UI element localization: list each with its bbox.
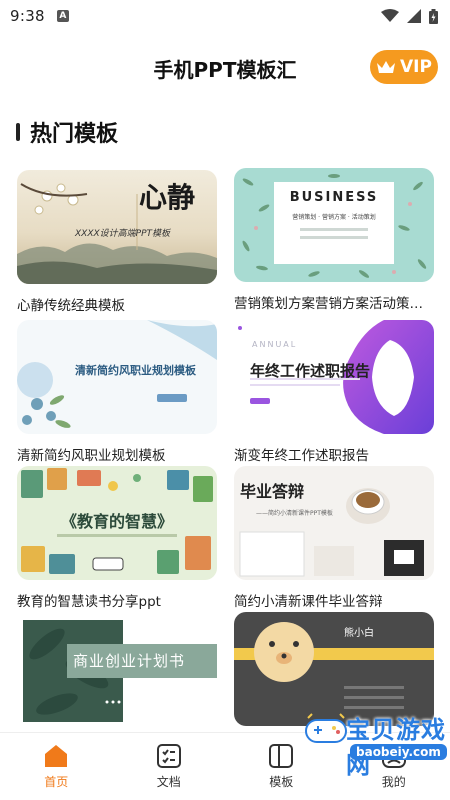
thumb-title: 熊小白 [344,628,374,639]
template-card-2[interactable]: BUSINESS 营销策划 · 营销方案 · 活动策划 营销策划方案营销方案活动… [234,168,434,312]
thumb-title: BUSINESS [289,190,379,205]
template-thumbnail[interactable]: 清新简约风职业规划模板 [17,320,217,434]
template-thumbnail[interactable]: 商业创业计划书 [17,614,217,728]
nav-label-home: 首页 [44,775,69,789]
leaf-pattern-illustration [242,174,427,278]
template-card-6[interactable]: 毕业答辩 ——简约小清新课件PPT模板 简约小清新课件毕业答辩 [234,466,434,610]
template-thumbnail[interactable]: 《教育的智慧》 [17,466,217,580]
document-icon [156,744,181,768]
template-label[interactable]: 教育的智慧读书分享ppt [17,590,217,610]
section-title-text: 热门模板 [30,122,119,147]
home-icon [45,745,68,767]
template-card-3[interactable]: 清新简约风职业规划模板 清新简约风职业规划模板 [17,320,217,464]
template-card-5[interactable]: 《教育的智慧》 教育的智慧读书分享ppt [17,466,217,610]
app-header: 手机PPT模板汇 VIP [0,44,450,92]
thumb-subtitle: ANNUAL [252,340,298,349]
watermark: 宝贝游戏网 baobeiy.com [298,708,448,779]
crown-icon [377,61,396,73]
vip-label: VIP [400,57,432,77]
template-card-1[interactable]: 心静 XXXX设计高端PPT模板 心静传统经典模板 [17,170,217,314]
template-icon [269,744,294,768]
thumb-subtitle: 营销策划 · 营销方案 · 活动策划 [292,214,376,221]
nav-document[interactable]: 文档 [113,733,226,800]
wifi-icon [381,9,399,22]
template-thumbnail[interactable]: ANNUAL 年终工作述职报告 [234,320,434,434]
template-label[interactable]: 营销策划方案营销方案活动策划... [234,292,434,312]
battery-icon [429,8,438,24]
watermark-url: baobeiy.com [350,744,447,760]
template-label[interactable]: 简约小清新课件毕业答辩 [234,590,434,610]
leaves-panel-illustration [23,620,217,722]
template-thumbnail[interactable]: 毕业答辩 ——简约小清新课件PPT模板 [234,466,434,580]
template-card-4[interactable]: ANNUAL 年终工作述职报告 渐变年终工作述职报告 [234,320,434,464]
section-title: 热门模板 [16,116,118,148]
nav-home[interactable]: 首页 [0,733,113,800]
thumb-subtitle: XXXX设计高端PPT模板 [75,229,171,239]
signal-icon [407,9,421,23]
thumb-title: 心静 [139,181,196,214]
template-label[interactable]: 清新简约风职业规划模板 [17,444,217,464]
nav-label-template: 模板 [269,775,294,789]
section-bar [16,123,20,141]
thumb-title: 年终工作述职报告 [250,362,371,380]
notification-icon: A [56,10,69,22]
thumb-title: 清新简约风职业规划模板 [75,364,196,377]
thumb-title: 《教育的智慧》 [60,512,173,531]
template-thumbnail[interactable]: 心静 XXXX设计高端PPT模板 [17,170,217,284]
gamepad-icon [305,713,347,743]
nav-label-document: 文档 [156,775,181,789]
thumb-title: 商业创业计划书 [73,652,186,670]
thumb-subtitle: ——简约小清新课件PPT模板 [256,510,333,517]
vip-button[interactable]: VIP [370,50,438,84]
status-time: 9:38 [10,7,45,25]
template-label[interactable]: 心静传统经典模板 [17,294,217,314]
template-label[interactable]: 渐变年终工作述职报告 [234,444,434,464]
template-card-7[interactable]: 商业创业计划书 [17,614,217,728]
thumb-title: 毕业答辩 [240,482,305,501]
status-bar: 9:38 A [0,0,450,32]
template-thumbnail[interactable]: BUSINESS 营销策划 · 营销方案 · 活动策划 [234,168,434,282]
